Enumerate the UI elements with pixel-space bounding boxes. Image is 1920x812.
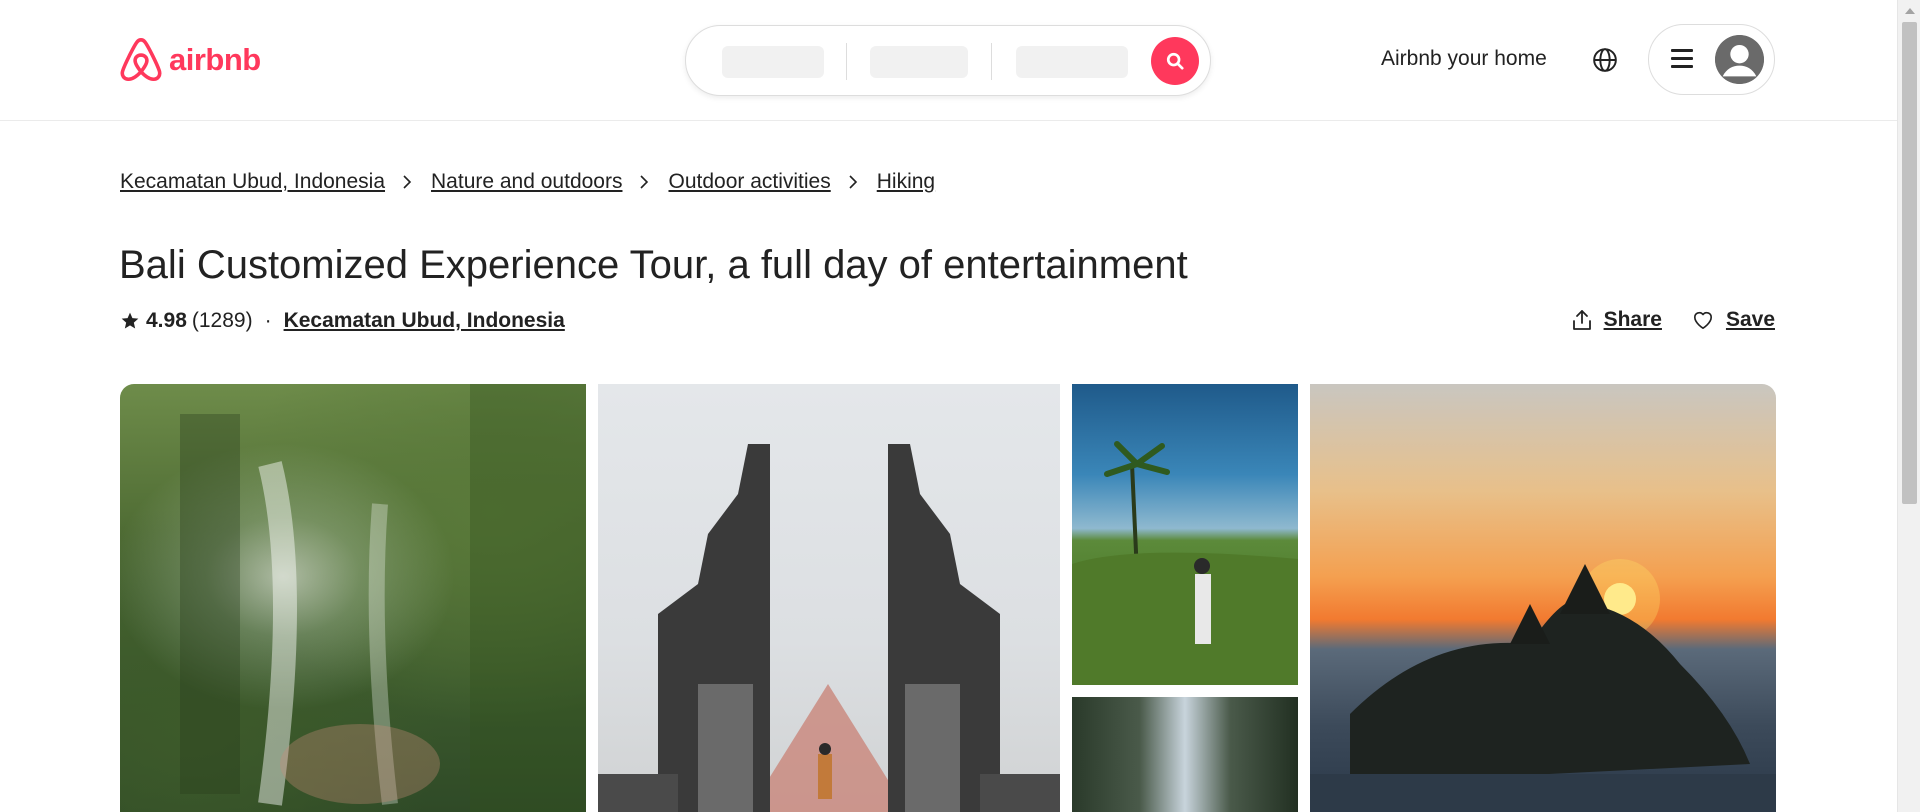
top-header: airbnb Airbnb your home <box>0 0 1897 121</box>
host-your-home-link[interactable]: Airbnb your home <box>1381 47 1547 71</box>
search-bar[interactable] <box>685 25 1211 96</box>
save-button[interactable]: Save <box>1692 308 1775 332</box>
rice-terrace-photo[interactable] <box>1072 384 1298 685</box>
vertical-scrollbar[interactable] <box>1897 0 1920 812</box>
search-who-placeholder[interactable] <box>1016 46 1128 78</box>
photo-gallery <box>120 384 1776 812</box>
chevron-right-icon <box>640 175 649 189</box>
user-menu-button[interactable] <box>1648 24 1775 95</box>
search-where-placeholder[interactable] <box>722 46 824 78</box>
logo-text: airbnb <box>169 42 261 77</box>
chevron-right-icon <box>403 175 412 189</box>
share-icon <box>1572 310 1591 330</box>
search-icon <box>1166 52 1184 70</box>
review-count[interactable]: (1289) <box>192 309 253 333</box>
breadcrumb-item-nature[interactable]: Nature and outdoors <box>431 170 622 194</box>
meta-separator: · <box>264 309 272 332</box>
waterfall-cave-photo[interactable] <box>1072 697 1298 812</box>
breadcrumb-item-hiking[interactable]: Hiking <box>877 170 935 194</box>
listing-location-link[interactable]: Kecamatan Ubud, Indonesia <box>284 309 565 333</box>
save-label: Save <box>1725 308 1775 331</box>
globe-icon[interactable] <box>1592 47 1618 73</box>
breadcrumb-item-location[interactable]: Kecamatan Ubud, Indonesia <box>120 170 385 194</box>
scroll-up-arrow-icon[interactable] <box>1905 8 1915 14</box>
breadcrumb: Kecamatan Ubud, Indonesia Nature and out… <box>120 170 935 194</box>
share-button[interactable]: Share <box>1572 308 1662 332</box>
chevron-right-icon <box>849 175 857 189</box>
search-button[interactable] <box>1151 37 1199 85</box>
heart-icon <box>1693 311 1712 329</box>
star-icon <box>121 312 139 329</box>
share-label: Share <box>1603 308 1662 331</box>
temple-gate-photo[interactable] <box>598 384 1060 812</box>
search-divider <box>846 43 847 80</box>
user-avatar-icon <box>1715 35 1764 84</box>
rating-value: 4.98 <box>146 309 187 332</box>
airbnb-logo-icon <box>120 38 162 82</box>
breadcrumb-item-outdoor-activities[interactable]: Outdoor activities <box>668 170 830 194</box>
sea-temple-sunset-photo[interactable] <box>1310 384 1776 812</box>
listing-title: Bali Customized Experience Tour, a full … <box>119 243 1188 287</box>
search-when-placeholder[interactable] <box>870 46 968 78</box>
listing-meta: 4.98 (1289) · Kecamatan Ubud, Indonesia <box>120 309 565 333</box>
scrollbar-thumb[interactable] <box>1902 22 1917 504</box>
listing-actions: Share Save <box>1542 308 1775 332</box>
search-divider <box>991 43 992 80</box>
waterfall-forest-photo[interactable] <box>120 384 586 812</box>
airbnb-logo[interactable]: airbnb <box>119 36 261 84</box>
hamburger-menu-icon <box>1671 49 1693 73</box>
